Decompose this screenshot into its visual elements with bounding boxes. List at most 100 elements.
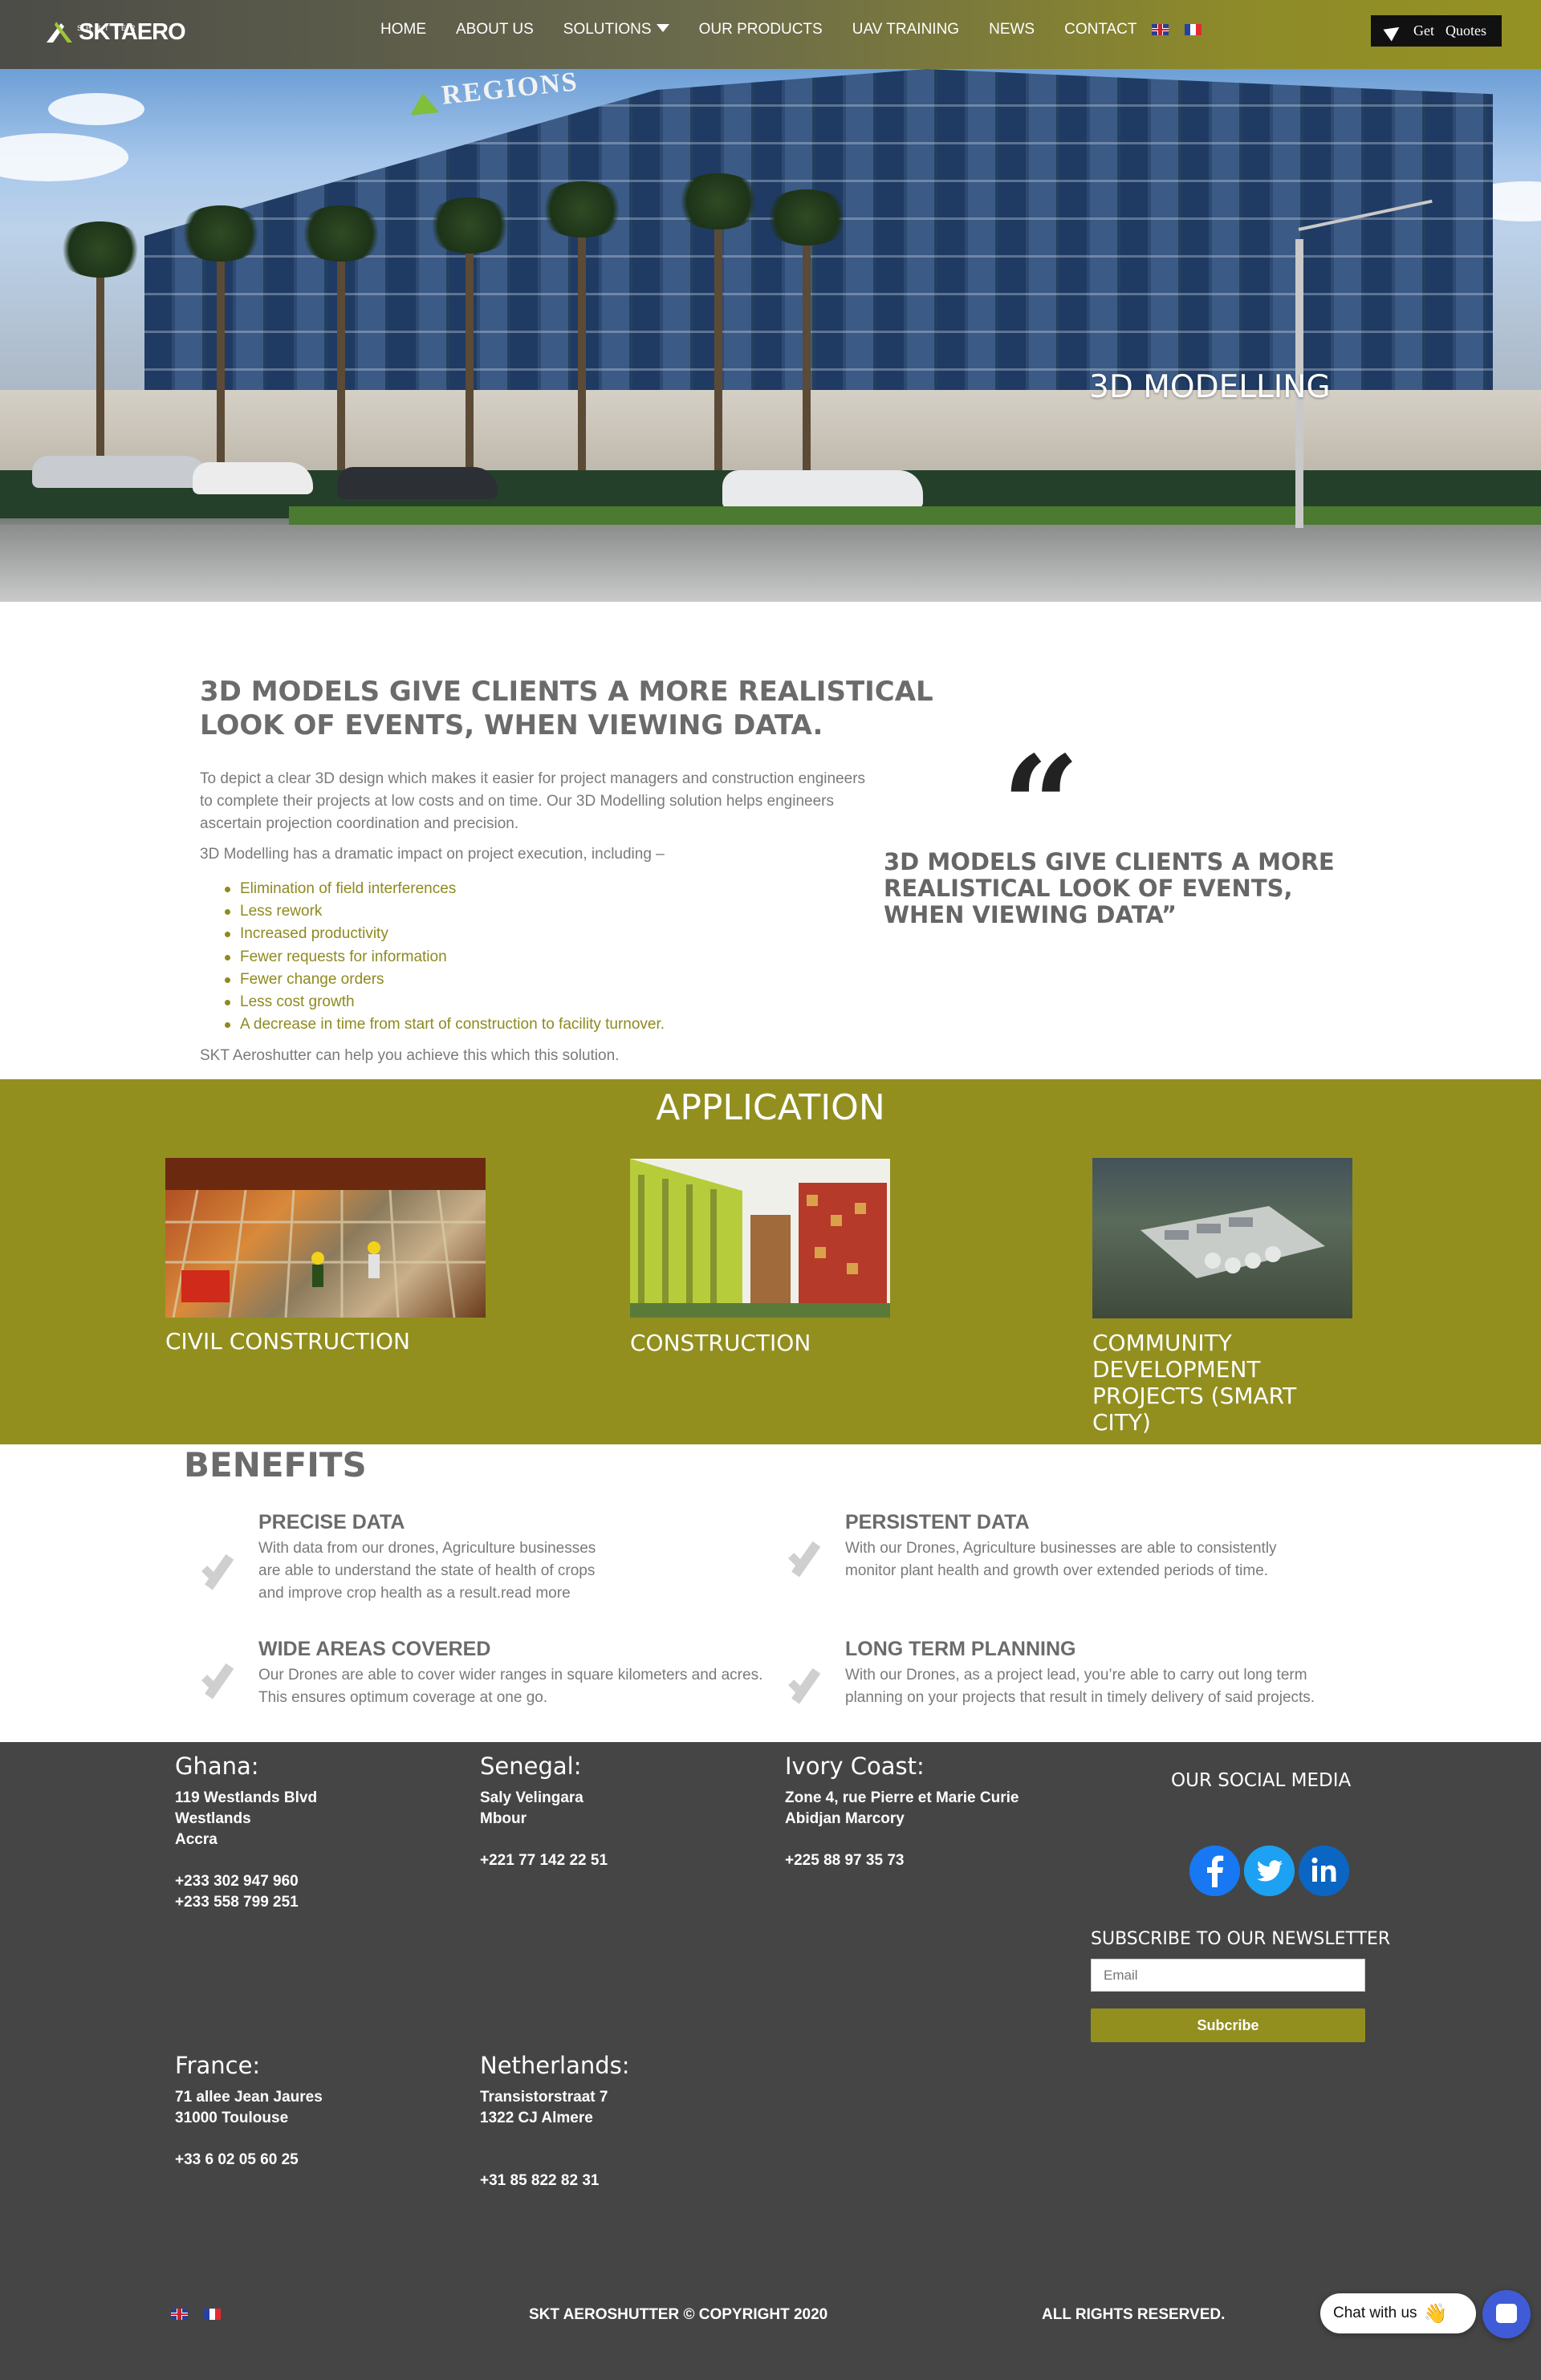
benefit-title: PERSISTENT DATA xyxy=(845,1511,1030,1533)
palm-leaves xyxy=(762,189,851,246)
car xyxy=(337,467,498,499)
palm-leaves xyxy=(56,221,144,278)
address-line: 31000 Toulouse xyxy=(175,2110,289,2126)
hero-banner: REGIONS xyxy=(0,69,1541,602)
phone-number[interactable]: +233 558 799 251 xyxy=(175,1892,317,1913)
french-flag-icon[interactable] xyxy=(1184,24,1201,35)
benefit-bullet-list: Elimination of field interferences Less … xyxy=(225,878,665,1036)
chat-prompt[interactable]: Chat with us 👋 xyxy=(1320,2293,1476,2333)
linkedin-icon[interactable] xyxy=(1299,1846,1349,1896)
list-item: Fewer requests for information xyxy=(225,946,665,969)
office-ghana-name: Ghana: xyxy=(175,1753,259,1780)
civil-construction-image[interactable] xyxy=(165,1158,486,1318)
benefit-title: PRECISE DATA xyxy=(258,1511,405,1533)
intro-heading: 3D MODELS GIVE CLIENTS A MORE REALISTICA… xyxy=(200,676,933,741)
office-netherlands-address: Transistorstraat 7 1322 CJ Almere +31 85… xyxy=(480,2087,608,2191)
benefit-title: LONG TERM PLANNING xyxy=(845,1638,1076,1660)
checkmark-icon xyxy=(197,1550,242,1595)
twitter-icon[interactable] xyxy=(1244,1846,1295,1896)
nav-contact[interactable]: CONTACT xyxy=(1064,21,1136,39)
nav-about-us[interactable]: ABOUT US xyxy=(456,21,534,39)
main-nav: HOME ABOUT US SOLUTIONS OUR PRODUCTS UAV… xyxy=(380,19,1218,40)
address-line: 119 Westlands Blvd xyxy=(175,1789,318,1806)
address-line: 71 allee Jean Jaures xyxy=(175,2089,323,2106)
intro-closing: SKT Aeroshutter can help you achieve thi… xyxy=(200,1047,620,1064)
subscribe-button[interactable]: Subcribe xyxy=(1091,2008,1365,2042)
phone-number[interactable]: +233 302 947 960 xyxy=(175,1871,317,1892)
office-ivory-coast-address: Zone 4, rue Pierre et Marie Curie Abidja… xyxy=(785,1788,1019,1871)
phone-number[interactable]: +225 88 97 35 73 xyxy=(785,1850,1019,1871)
palm-leaves xyxy=(538,181,626,238)
office-senegal-address: Saly Velingara Mbour +221 77 142 22 51 xyxy=(480,1788,608,1871)
application-label[interactable]: CIVIL CONSTRUCTION xyxy=(165,1328,502,1354)
list-item: Less rework xyxy=(225,900,665,923)
newsletter-title: SUBSCRIBE TO OUR NEWSLETTER xyxy=(1091,1929,1391,1949)
checkmark-icon xyxy=(784,1537,829,1582)
cloud xyxy=(48,93,144,125)
construction-image[interactable] xyxy=(630,1159,890,1318)
chat-bubble-icon[interactable] xyxy=(1482,2290,1531,2338)
application-label[interactable]: CONSTRUCTION xyxy=(630,1330,903,1356)
benefit-title: WIDE AREAS COVERED xyxy=(258,1638,491,1660)
office-ghana-address: 119 Westlands Blvd Westlands Accra +233 … xyxy=(175,1788,317,1913)
smart-city-image[interactable] xyxy=(1092,1158,1352,1318)
benefit-text: With our Drones, Agriculture businesses … xyxy=(845,1540,1277,1579)
french-flag-icon[interactable] xyxy=(204,2309,221,2320)
list-item: Less cost growth xyxy=(225,991,665,1013)
list-item: Fewer change orders xyxy=(225,969,665,991)
paper-plane-icon xyxy=(1383,20,1404,42)
nav-home[interactable]: HOME xyxy=(380,21,426,39)
office-netherlands-name: Netherlands: xyxy=(480,2052,630,2079)
benefit-text: With data from our drones, Agriculture b… xyxy=(258,1540,596,1602)
car xyxy=(722,470,923,509)
address-line: Accra xyxy=(175,1831,218,1848)
nav-our-products[interactable]: OUR PRODUCTS xyxy=(699,21,823,39)
english-flag-icon[interactable] xyxy=(171,2309,188,2320)
phone-number[interactable]: +31 85 822 82 31 xyxy=(480,2171,608,2191)
pull-quote: 3D MODELS GIVE CLIENTS A MORE REALISTICA… xyxy=(884,848,1335,928)
palm-leaves xyxy=(425,197,514,254)
address-line: Zone 4, rue Pierre et Marie Curie xyxy=(785,1789,1019,1806)
phone-number[interactable]: +221 77 142 22 51 xyxy=(480,1850,608,1871)
palm-trunk xyxy=(466,221,474,486)
site-header: SKTAERO SHUTTER HOME ABOUT US SOLUTIONS … xyxy=(0,0,1541,69)
nav-uav-training[interactable]: UAV TRAINING xyxy=(852,21,959,39)
palm-leaves xyxy=(674,173,762,229)
get-quotes-word2: Quotes xyxy=(1445,22,1486,39)
checkmark-icon xyxy=(197,1659,242,1704)
office-france-name: France: xyxy=(175,2052,261,2079)
facebook-icon[interactable] xyxy=(1189,1846,1240,1896)
office-senegal-name: Senegal: xyxy=(480,1753,582,1780)
waving-hand-icon: 👋 xyxy=(1423,2302,1448,2325)
benefits-title: BENEFITS xyxy=(184,1445,367,1484)
building-sign: REGIONS xyxy=(440,69,580,111)
footer-language-flags xyxy=(171,2309,237,2320)
office-france-address: 71 allee Jean Jaures 31000 Toulouse +33 … xyxy=(175,2087,323,2171)
logo[interactable]: SKTAERO xyxy=(45,14,186,50)
nav-solutions[interactable]: SOLUTIONS xyxy=(563,21,669,39)
address-line: 1322 CJ Almere xyxy=(480,2110,593,2126)
get-quotes-button[interactable]: Get Quotes xyxy=(1371,15,1502,47)
list-item: Increased productivity xyxy=(225,923,665,945)
palm-trunk xyxy=(96,246,104,486)
english-flag-icon[interactable] xyxy=(1151,24,1169,35)
intro-lead: 3D Modelling has a dramatic impact on pr… xyxy=(200,846,665,863)
car xyxy=(32,456,209,488)
address-line: Mbour xyxy=(480,1810,527,1827)
benefit-text: With our Drones, as a project lead, you’… xyxy=(845,1667,1315,1706)
hero-title: 3D MODELLING xyxy=(1089,369,1331,405)
application-title: APPLICATION xyxy=(656,1087,885,1128)
application-label[interactable]: COMMUNITY DEVELOPMENT PROJECTS (SMART CI… xyxy=(1092,1330,1333,1436)
address-line: Saly Velingara xyxy=(480,1789,583,1806)
phone-number[interactable]: +33 6 02 05 60 25 xyxy=(175,2150,323,2171)
nav-news[interactable]: NEWS xyxy=(989,21,1035,39)
palm-trunk xyxy=(578,205,586,486)
newsletter-email-input[interactable] xyxy=(1091,1959,1365,1992)
logo-mark-icon xyxy=(45,18,75,46)
palm-trunk xyxy=(714,197,722,486)
benefit-text: Our Drones are able to cover wider range… xyxy=(258,1667,763,1706)
